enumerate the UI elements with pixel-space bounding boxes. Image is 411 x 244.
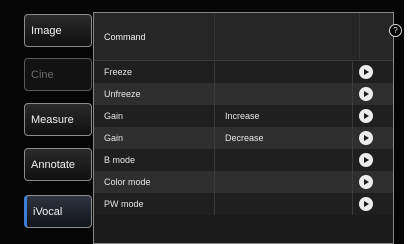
table-row[interactable]: B mode [94, 149, 393, 171]
column-divider [352, 193, 353, 215]
table-row[interactable]: Freeze [94, 61, 393, 83]
column-divider [214, 171, 215, 193]
play-icon[interactable] [359, 153, 373, 167]
table-row[interactable]: Color mode [94, 171, 393, 193]
command-table-panel: Command Freeze Unfreeze Gain Increase Ga… [93, 12, 394, 244]
play-icon[interactable] [359, 87, 373, 101]
column-divider [352, 61, 353, 83]
command-cell: B mode [104, 155, 136, 165]
help-icon-glyph: ? [393, 26, 398, 35]
sidebar: Image Cine Measure Annotate iVocal [0, 0, 92, 244]
play-icon[interactable] [359, 131, 373, 145]
column-divider [214, 13, 215, 60]
table-header: Command [94, 13, 393, 61]
play-icon[interactable] [359, 109, 373, 123]
play-icon[interactable] [359, 175, 373, 189]
play-icon[interactable] [359, 197, 373, 211]
command-cell: Gain [104, 133, 124, 143]
command-cell: Unfreeze [104, 89, 141, 99]
sidebar-item-label: Cine [31, 68, 54, 81]
sidebar-item-ivocal[interactable]: iVocal [24, 195, 92, 228]
column-divider [352, 171, 353, 193]
column-divider [352, 83, 353, 105]
table-row[interactable]: PW mode [94, 193, 393, 215]
command-column-header: Command [104, 32, 146, 42]
column-divider [352, 105, 353, 127]
sidebar-item-label: Measure [31, 113, 74, 126]
parameter-cell: Decrease [225, 133, 264, 143]
table-row[interactable]: Unfreeze [94, 83, 393, 105]
sidebar-item-cine: Cine [24, 58, 92, 91]
sidebar-item-measure[interactable]: Measure [24, 103, 92, 136]
sidebar-item-annotate[interactable]: Annotate [24, 148, 92, 181]
sidebar-item-label: Image [31, 24, 62, 37]
table-row[interactable]: Gain Increase [94, 105, 393, 127]
play-icon[interactable] [359, 65, 373, 79]
column-divider [214, 149, 215, 171]
sidebar-item-label: iVocal [33, 205, 63, 218]
sidebar-item-label: Annotate [31, 158, 76, 171]
table-row[interactable]: Gain Decrease [94, 127, 393, 149]
parameter-cell: Increase [225, 111, 260, 121]
command-cell: Color mode [104, 177, 151, 187]
column-divider [359, 13, 360, 60]
ivocal-command-screen: Image Cine Measure Annotate iVocal Comma… [0, 0, 404, 244]
column-divider [214, 105, 215, 127]
command-cell: PW mode [104, 199, 144, 209]
column-divider [214, 83, 215, 105]
column-divider [214, 127, 215, 149]
help-icon[interactable]: ? [389, 24, 402, 37]
column-divider [214, 61, 215, 83]
command-cell: Gain [104, 111, 124, 121]
command-cell: Freeze [104, 67, 133, 77]
column-divider [352, 149, 353, 171]
column-divider [352, 127, 353, 149]
sidebar-item-image[interactable]: Image [24, 14, 92, 47]
column-divider [214, 193, 215, 215]
